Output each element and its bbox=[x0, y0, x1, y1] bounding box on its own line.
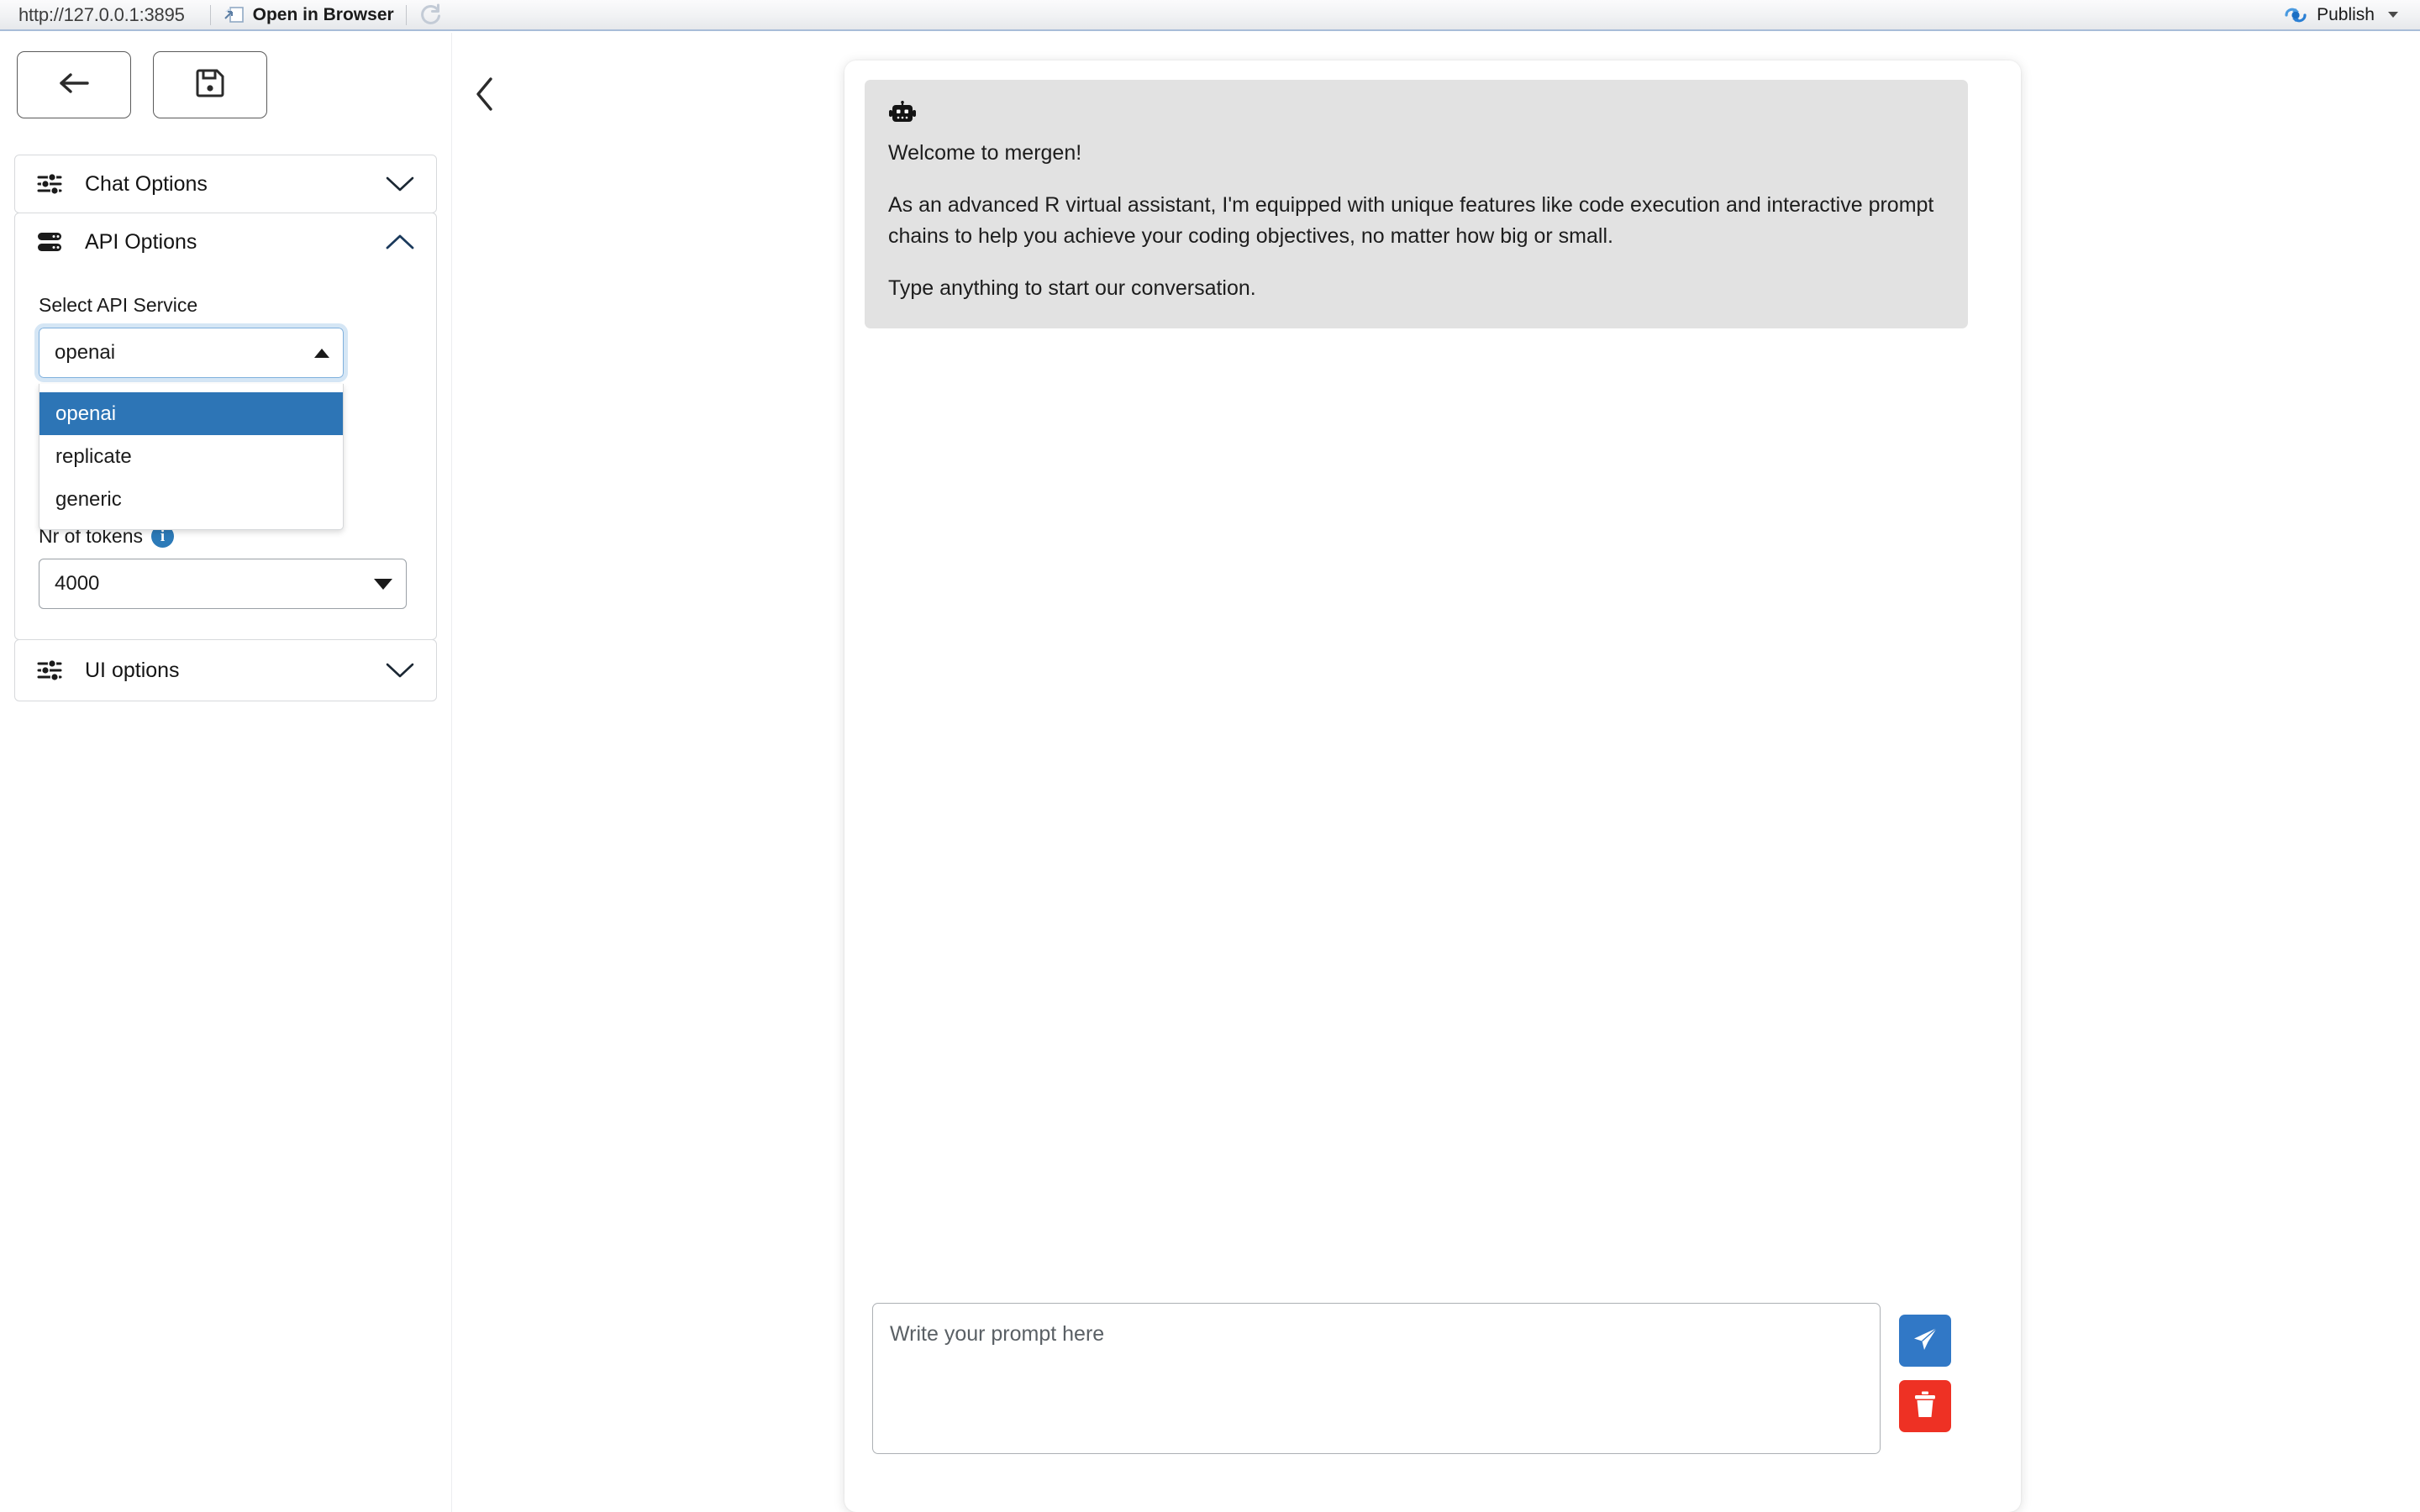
welcome-line-2: As an advanced R virtual assistant, I'm … bbox=[888, 190, 1944, 251]
api-service-select-wrap: openai openai replicate generic bbox=[39, 328, 344, 378]
open-in-browser-button[interactable]: Open in Browser bbox=[223, 5, 394, 25]
external-window-icon bbox=[223, 5, 245, 25]
arrow-left-icon bbox=[55, 69, 92, 102]
caret-up-icon bbox=[314, 349, 329, 358]
welcome-line-3: Type anything to start our conversation. bbox=[888, 273, 1944, 303]
viewer-url: http://127.0.0.1:3895 bbox=[12, 4, 198, 26]
api-service-value: openai bbox=[55, 341, 314, 365]
publish-icon bbox=[2283, 4, 2308, 26]
panel-api-options: API Options Select API Service openai bbox=[14, 213, 437, 640]
api-service-select[interactable]: openai bbox=[39, 328, 344, 378]
floppy-disk-save-icon bbox=[195, 68, 225, 102]
caret-down-icon[interactable] bbox=[2388, 12, 2398, 18]
chevron-left-icon bbox=[474, 76, 496, 117]
app-body: Chat Options bbox=[0, 33, 2420, 1512]
publish-button[interactable]: Publish bbox=[2283, 4, 2408, 26]
sidebar-panel-stack: Chat Options bbox=[0, 155, 451, 701]
sidebar-item-label: Chat Options bbox=[85, 172, 385, 197]
open-in-browser-label: Open in Browser bbox=[253, 5, 394, 25]
api-options-body: Select API Service openai openai replica… bbox=[15, 270, 436, 639]
nr-of-tokens-select-wrap: 4000 bbox=[39, 559, 407, 609]
main-content: Welcome to mergen! As an advanced R virt… bbox=[453, 33, 2420, 1512]
prompt-row bbox=[872, 1303, 1998, 1454]
server-icon bbox=[37, 230, 66, 254]
trash-delete-icon bbox=[1912, 1390, 1938, 1423]
sidebar: Chat Options bbox=[0, 33, 452, 1512]
nr-of-tokens-value: 4000 bbox=[55, 572, 374, 596]
dropdown-option-replicate[interactable]: replicate bbox=[39, 435, 343, 478]
chat-card: Welcome to mergen! As an advanced R virt… bbox=[844, 60, 2021, 1512]
nr-of-tokens-select[interactable]: 4000 bbox=[39, 559, 407, 609]
save-button[interactable] bbox=[153, 51, 267, 118]
dropdown-option-openai[interactable]: openai bbox=[39, 392, 343, 435]
chevron-down-icon[interactable] bbox=[385, 661, 415, 680]
sidebar-item-api-options[interactable]: API Options bbox=[15, 213, 436, 270]
sidebar-item-chat-options[interactable]: Chat Options bbox=[15, 155, 436, 213]
chevron-down-icon[interactable] bbox=[385, 175, 415, 193]
publish-label: Publish bbox=[2317, 5, 2375, 25]
paper-plane-send-icon bbox=[1911, 1325, 1939, 1357]
toolbar-divider bbox=[210, 5, 211, 25]
refresh-icon[interactable] bbox=[418, 3, 444, 28]
welcome-line-1: Welcome to mergen! bbox=[888, 138, 1944, 168]
back-button[interactable] bbox=[17, 51, 131, 118]
send-button[interactable] bbox=[1899, 1315, 1951, 1367]
welcome-message-bubble: Welcome to mergen! As an advanced R virt… bbox=[865, 80, 1968, 328]
sliders-icon bbox=[37, 172, 66, 196]
sidebar-top-buttons bbox=[0, 33, 451, 118]
sidebar-item-label: API Options bbox=[85, 230, 385, 255]
chevron-up-icon[interactable] bbox=[385, 233, 415, 251]
prompt-actions bbox=[1899, 1303, 1951, 1432]
sidebar-item-label: UI options bbox=[85, 659, 385, 683]
prompt-input[interactable] bbox=[872, 1303, 1881, 1454]
api-service-label: Select API Service bbox=[15, 294, 436, 317]
sidebar-collapse-toggle[interactable] bbox=[461, 72, 508, 119]
robot-icon bbox=[888, 101, 1944, 130]
toolbar-divider-2 bbox=[406, 5, 407, 25]
api-service-dropdown-list: openai replicate generic bbox=[39, 384, 344, 530]
dropdown-option-generic[interactable]: generic bbox=[39, 478, 343, 521]
panel-chat-options: Chat Options bbox=[14, 155, 437, 213]
clear-chat-button[interactable] bbox=[1899, 1380, 1951, 1432]
panel-ui-options: UI options bbox=[14, 639, 437, 701]
caret-down-icon bbox=[374, 579, 392, 590]
viewer-toolbar: http://127.0.0.1:3895 Open in Browser bbox=[0, 0, 2420, 31]
sidebar-item-ui-options[interactable]: UI options bbox=[15, 640, 436, 701]
sliders-icon bbox=[37, 659, 66, 682]
